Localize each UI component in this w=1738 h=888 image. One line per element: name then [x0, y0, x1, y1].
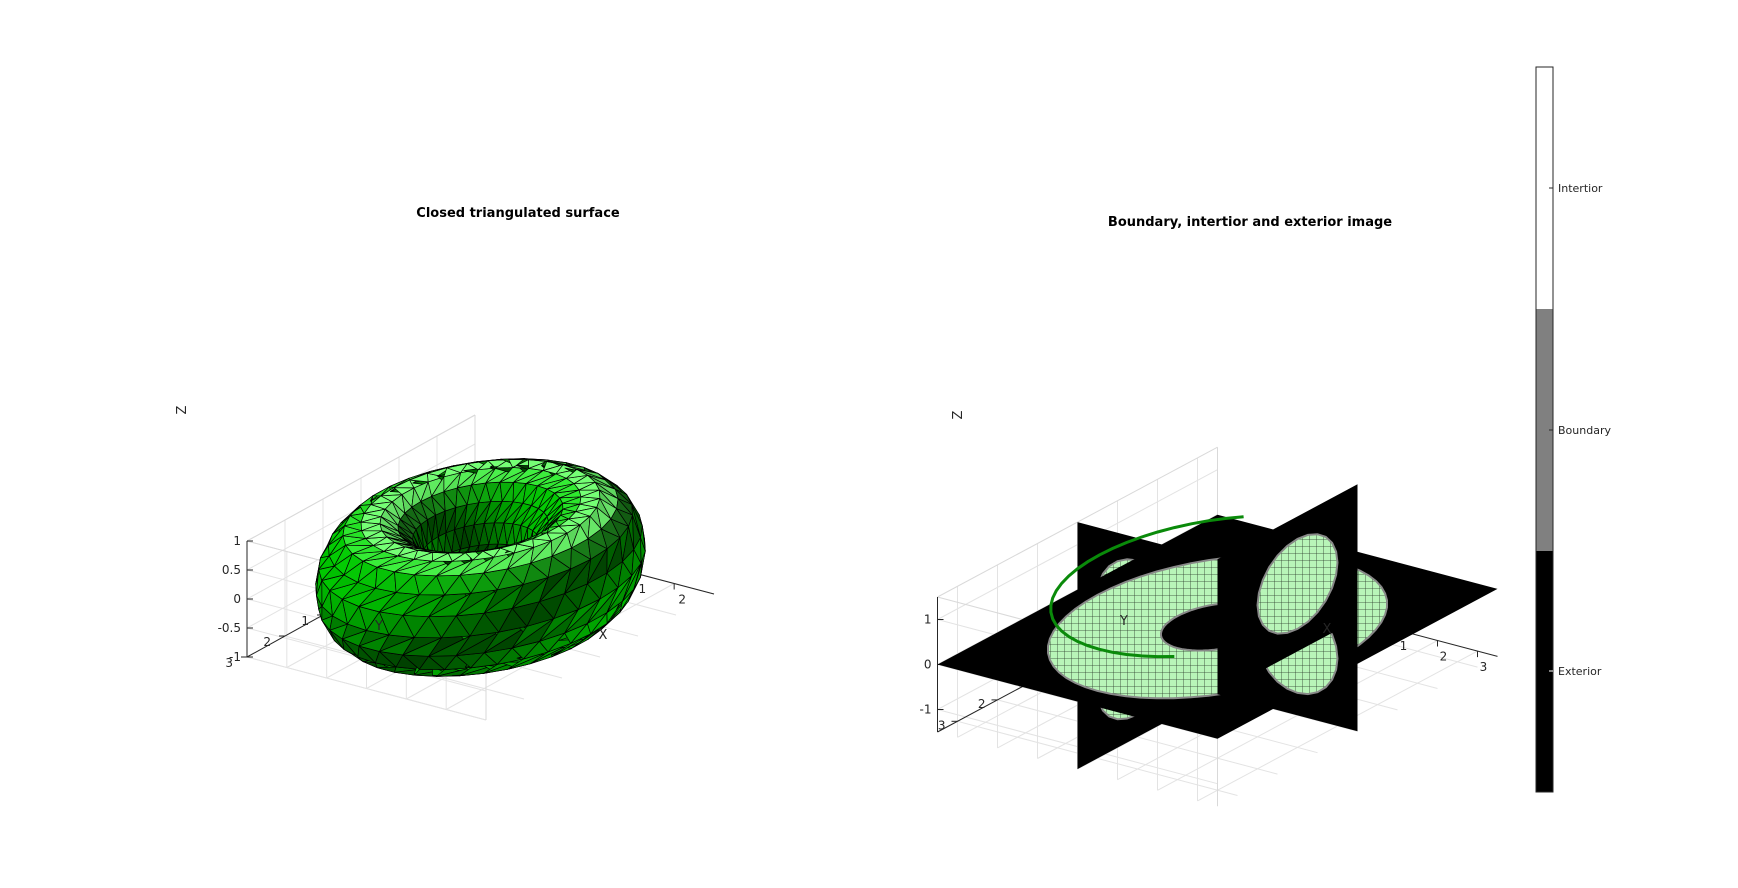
left-xlabel: X [599, 628, 608, 643]
left-z-tick-label: 0.5 [222, 563, 241, 577]
colorbar-label-intertior: Intertior [1558, 182, 1603, 195]
right-z-tick-label: -1 [920, 703, 932, 717]
left-z-tick-label: -0.5 [218, 621, 241, 635]
right-title: Boundary, intertior and exterior image [1108, 215, 1392, 230]
right-axes: -3-2-10123-3-2-10123-101 Boundary, inter… [920, 215, 1498, 807]
colorbar-label-boundary: Boundary [1558, 424, 1611, 437]
figure: -2-1012-3-2-10123-1-0.500.51 Closed tria… [175, 66, 1611, 807]
left-ylabel: Y [374, 619, 383, 634]
right-z-tick-label: 1 [924, 613, 932, 627]
left-z-tick-label: -1 [229, 650, 241, 664]
left-title: Closed triangulated surface [416, 206, 620, 221]
left-y-tick-label: 2 [263, 635, 271, 649]
left-y-tick-label: 1 [301, 614, 309, 628]
right-x-tick-label: 2 [1440, 650, 1448, 664]
colorbar-label-exterior: Exterior [1558, 665, 1602, 678]
left-x-tick-label: 1 [639, 582, 647, 596]
volume-slices [937, 484, 1498, 770]
right-z-tick-label: 0 [924, 658, 932, 672]
right-y-tick-label: 2 [978, 697, 986, 711]
torus-face [376, 666, 397, 673]
right-y-tick-label: 3 [938, 718, 946, 732]
right-ylabel: Y [1119, 614, 1128, 629]
left-x-tick-label: 2 [678, 593, 686, 607]
left-axes: -2-1012-3-2-10123-1-0.500.51 Closed tria… [175, 206, 715, 721]
right-xlabel: X [1323, 622, 1332, 637]
left-z-tick-label: 0 [233, 592, 241, 606]
left-z-tick-label: 1 [233, 534, 241, 548]
right-zlabel: Z [951, 410, 966, 419]
left-zlabel: Z [175, 405, 190, 414]
torus-face [320, 544, 330, 559]
torus-surface [315, 458, 646, 677]
colorbar: Intertior Boundary Exterior [1535, 66, 1611, 793]
right-x-tick-label: 1 [1400, 639, 1408, 653]
right-x-tick-label: 3 [1480, 660, 1488, 674]
